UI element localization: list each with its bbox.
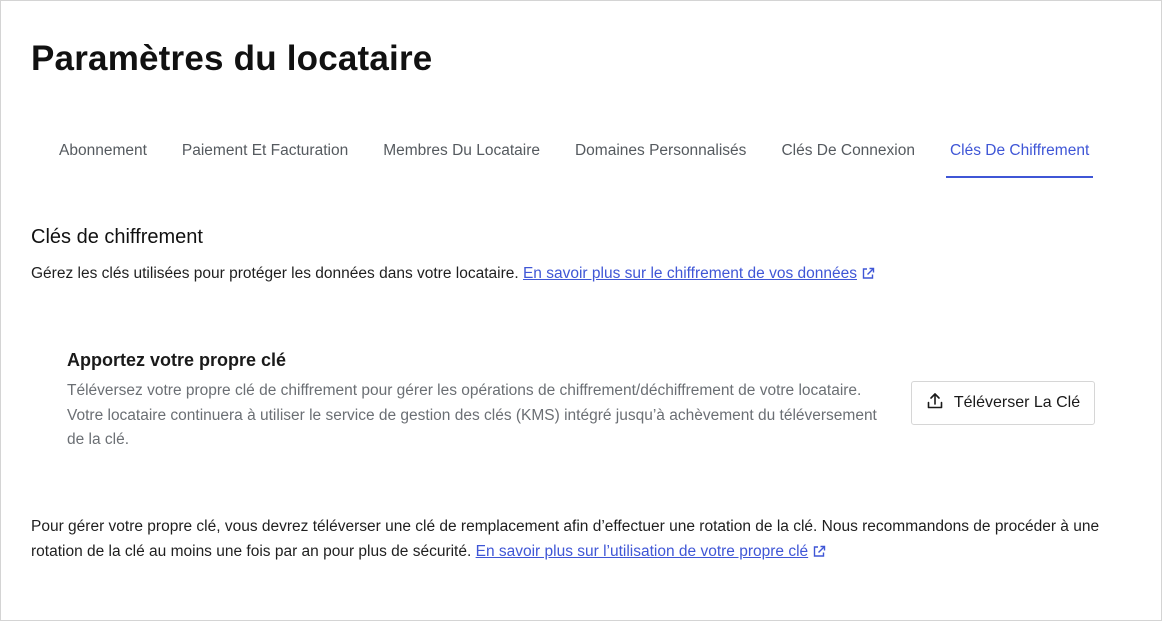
tab-label: Paiement Et Facturation: [181, 142, 349, 159]
tab-label: Domaines Personnalisés: [574, 142, 747, 159]
link-label: En savoir plus sur le chiffrement de vos…: [522, 265, 857, 282]
footer-note: Pour gérer votre propre clé, vous devrez…: [31, 514, 1141, 566]
tab-custom-domains[interactable]: Domaines Personnalisés: [571, 131, 750, 178]
upload-key-button[interactable]: Téléverser La Clé: [911, 381, 1095, 425]
page-title: Paramètres du locataire: [31, 39, 433, 78]
external-link-icon: [862, 267, 875, 285]
byok-description: Téléversez votre propre clé de chiffreme…: [67, 382, 877, 448]
tab-label: Membres Du Locataire: [383, 142, 540, 159]
tab-label: Clés De Chiffrement: [949, 142, 1090, 159]
tab-label: Abonnement: [59, 142, 147, 159]
tab-subscription[interactable]: Abonnement: [55, 131, 151, 178]
section-title: Clés de chiffrement: [31, 226, 203, 248]
tenant-settings-page: Paramètres du locataire Abonnement Paiem…: [0, 0, 1162, 621]
tab-signing-keys[interactable]: Clés De Connexion: [777, 131, 919, 178]
tab-tenant-members[interactable]: Membres Du Locataire: [379, 131, 544, 178]
tab-payment-billing[interactable]: Paiement Et Facturation: [178, 131, 352, 178]
section-description: Gérez les clés utilisées pour protéger l…: [31, 265, 875, 285]
section-description-text: Gérez les clés utilisées pour protéger l…: [31, 265, 519, 282]
tab-encryption-keys[interactable]: Clés De Chiffrement: [945, 131, 1094, 178]
settings-tabs: Abonnement Paiement Et Facturation Membr…: [55, 131, 1094, 178]
byok-learn-more-link[interactable]: En savoir plus sur l’utilisation de votr…: [476, 543, 809, 560]
link-label: En savoir plus sur l’utilisation de votr…: [475, 543, 809, 560]
external-link-icon: [813, 541, 826, 566]
encryption-learn-more-link[interactable]: En savoir plus sur le chiffrement de vos…: [523, 265, 857, 282]
byok-title: Apportez votre propre clé: [67, 350, 287, 370]
upload-icon: [926, 392, 944, 415]
tab-label: Clés De Connexion: [781, 142, 915, 159]
upload-button-label: Téléverser La Clé: [953, 394, 1081, 411]
